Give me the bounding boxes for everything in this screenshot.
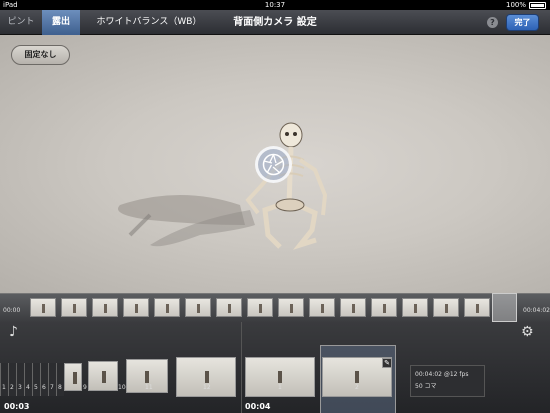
frame-number: 2 [10, 384, 14, 391]
scrubber-thumb [61, 298, 87, 317]
frame-stack-item[interactable] [16, 363, 24, 396]
scrubber-thumb [433, 298, 459, 317]
scrubber-thumb [123, 298, 149, 317]
frame-thumbnail[interactable] [88, 361, 118, 391]
done-button[interactable]: 完了 [506, 14, 539, 31]
frame-stack-item[interactable] [24, 363, 32, 396]
timecode-marker: 00:03 [4, 402, 30, 411]
frame-number: 5 [34, 384, 38, 391]
info-frame-count: 50 コマ [415, 383, 437, 390]
frame-stack-item[interactable] [48, 363, 56, 396]
frame-stack-item[interactable] [32, 363, 40, 396]
frame-stack-item[interactable] [40, 363, 48, 396]
frame-info-panel: 00:04:02 @12 fps 50 コマ [410, 365, 485, 397]
tab-exposure[interactable]: 露出 [42, 10, 80, 35]
status-bar: iPad 10:37 100% [0, 0, 550, 10]
scrubber-start-time: 00:00 [3, 307, 21, 314]
music-icon[interactable]: ♪ [9, 324, 18, 340]
frame-thumbnail[interactable] [64, 363, 82, 391]
scrubber-thumb [464, 298, 490, 317]
page-title: 背面側カメラ 設定 [233, 17, 317, 28]
frame-number: 8 [58, 384, 62, 391]
frame-number: 3 [18, 384, 22, 391]
frame-stack-item[interactable] [56, 363, 64, 396]
frame-number: 10 [118, 384, 126, 391]
scrubber-thumb [30, 298, 56, 317]
scrubber-playhead[interactable] [492, 293, 517, 322]
scrubber-thumb [278, 298, 304, 317]
timecode-marker: 00:04 [245, 402, 271, 411]
frame-number: 11 [145, 384, 153, 391]
scrubber-end-time: 00:04:02 [523, 307, 550, 314]
scrubber-thumb [216, 298, 242, 317]
camera-preview[interactable]: 固定なし [0, 35, 550, 293]
scrubber-thumb [154, 298, 180, 317]
scrubber-thumb [309, 298, 335, 317]
frame-number: 1 [2, 384, 6, 391]
frame-list[interactable]: ✎ 1 2 3 4 5 6 7 8 9 10 11 12 1 2 00:04:0… [0, 339, 550, 413]
wrench-icon[interactable]: ✎ [382, 358, 392, 368]
scrubber-thumb [92, 298, 118, 317]
frame-thumbnail[interactable] [176, 357, 236, 397]
battery-percent: 100% [505, 1, 526, 9]
frame-number: 9 [83, 384, 87, 391]
info-timecode: 00:04:02 @12 fps [415, 371, 469, 378]
frame-number: 7 [50, 384, 54, 391]
tab-white-balance[interactable]: ホワイトバランス（WB） [80, 10, 218, 35]
gear-icon[interactable]: ⚙ [521, 324, 534, 340]
tab-focus[interactable]: ピント [0, 10, 42, 35]
frame-number: 2 [355, 384, 359, 391]
frame-stack-item[interactable] [0, 363, 8, 396]
timeline-panel: ♪ ⚙ ✎ 1 2 3 4 5 6 7 8 9 10 11 12 1 2 00:… [0, 322, 550, 413]
frame-scrubber[interactable]: 00:00 00:04:02 [0, 293, 550, 322]
exposure-lock-button[interactable]: 固定なし [11, 45, 70, 65]
clock: 10:37 [264, 1, 286, 9]
scrubber-thumb [247, 298, 273, 317]
frame-stack-item[interactable] [8, 363, 16, 396]
battery-icon [529, 2, 546, 9]
scrubber-thumb [185, 298, 211, 317]
frame-number: 6 [42, 384, 46, 391]
frame-number: 4 [26, 384, 30, 391]
settings-navbar: ピント 露出 ホワイトバランス（WB） 背面側カメラ 設定 ? 完了 [0, 10, 550, 35]
help-icon[interactable]: ? [487, 17, 498, 28]
scrubber-thumb [402, 298, 428, 317]
frame-number: 1 [278, 384, 282, 391]
scrubber-thumb [371, 298, 397, 317]
frame-number: 12 [203, 384, 211, 391]
timeline-toolbar: ♪ ⚙ [0, 322, 550, 340]
scrubber-thumb [340, 298, 366, 317]
frame-thumbnail[interactable] [245, 357, 315, 397]
aperture-icon[interactable] [255, 146, 292, 183]
